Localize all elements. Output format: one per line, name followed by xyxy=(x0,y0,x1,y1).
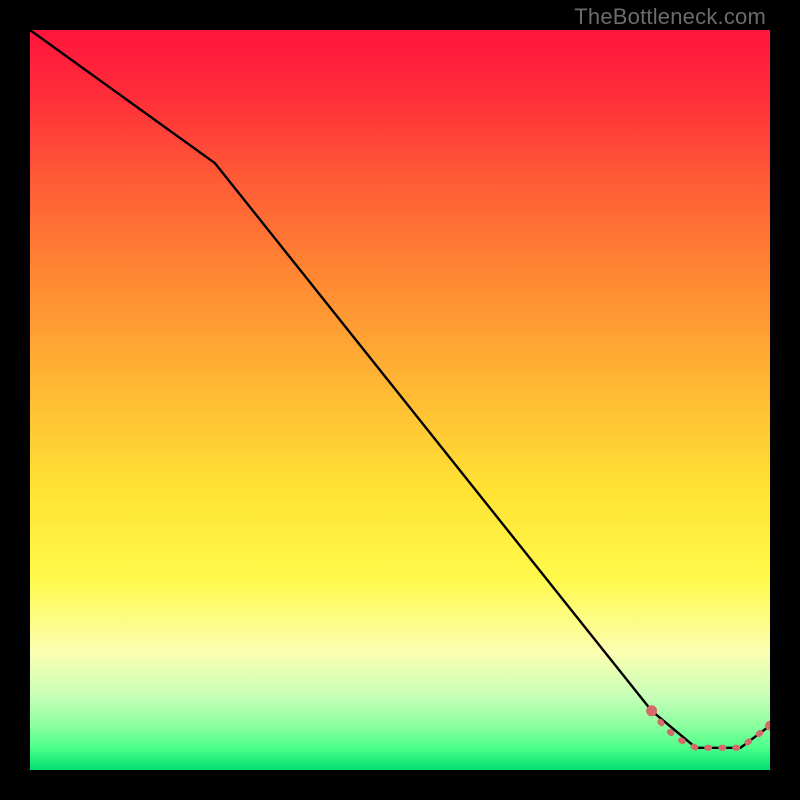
curve-line-group xyxy=(30,30,770,748)
dotted-path xyxy=(652,711,770,748)
plot-area xyxy=(30,30,770,770)
chart-svg xyxy=(30,30,770,770)
watermark-text: TheBottleneck.com xyxy=(574,4,766,30)
dotted-start-marker xyxy=(646,705,657,716)
curve-line xyxy=(30,30,770,748)
chart-stage: TheBottleneck.com xyxy=(0,0,800,800)
dotted-segment-group xyxy=(646,705,770,748)
